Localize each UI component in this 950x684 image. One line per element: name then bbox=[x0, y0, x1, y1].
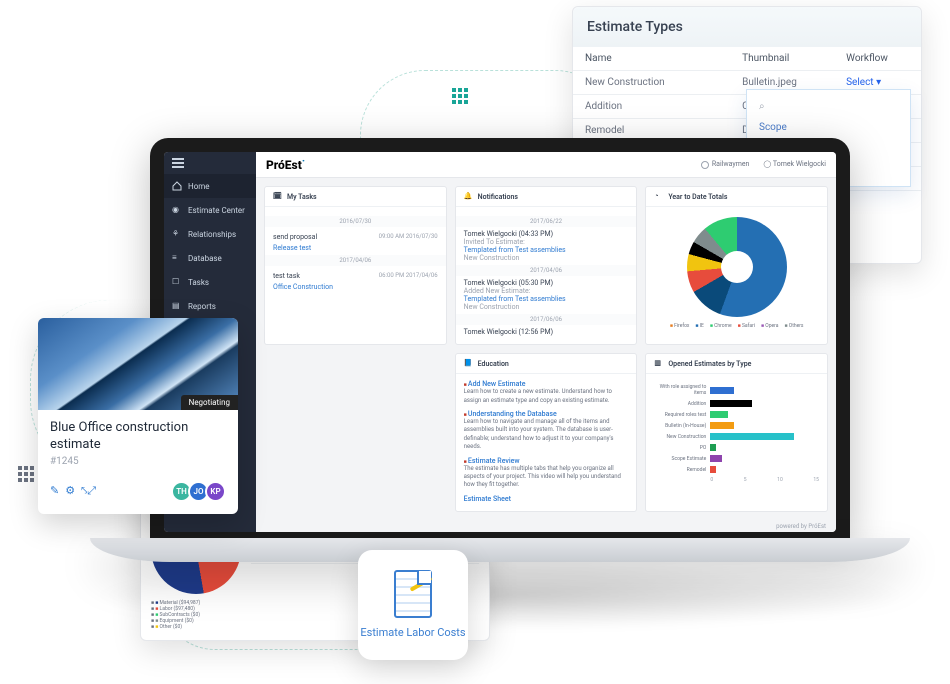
bar-row: With role assigned to items bbox=[654, 384, 819, 396]
opened-by-type-card: ▥Opened Estimates by Type With role assi… bbox=[645, 353, 828, 512]
grid-icon bbox=[18, 466, 38, 486]
task-row[interactable]: send proposal09:00 AM 2016/07/30 bbox=[273, 230, 438, 244]
calendar-icon: 🗓 bbox=[273, 192, 282, 201]
labor-costs-tile[interactable]: Estimate Labor Costs bbox=[358, 550, 468, 660]
pie-icon: ◔ bbox=[654, 192, 663, 201]
notif-link[interactable]: Templated from Test assemblies bbox=[464, 246, 629, 254]
avatar[interactable]: KP bbox=[205, 481, 226, 502]
col-name: Name bbox=[573, 47, 730, 71]
project-id: #1245 bbox=[50, 456, 226, 467]
task-row[interactable]: test task06:00 PM 2017/04/06 bbox=[273, 269, 438, 283]
ytd-totals-card: ◔Year to Date Totals Firefox IE Chrome S… bbox=[645, 186, 828, 345]
sidebar-item-reports[interactable]: ▤Reports bbox=[164, 294, 256, 318]
edu-link[interactable]: Understanding the Database bbox=[468, 410, 557, 418]
edit-icon[interactable]: ✎ bbox=[50, 484, 59, 498]
task-row[interactable]: Release test bbox=[273, 244, 438, 252]
bar-icon: ▥ bbox=[654, 359, 663, 368]
sidebar-item-database[interactable]: ≡Database bbox=[164, 246, 256, 270]
bar-row: PO bbox=[654, 444, 819, 451]
col-thumb: Thumbnail bbox=[730, 47, 834, 71]
document-icon bbox=[394, 570, 432, 618]
bar-row: New Construction bbox=[654, 433, 819, 440]
edu-link[interactable]: Estimate Sheet bbox=[464, 495, 629, 503]
notif-link[interactable]: Templated from Test assemblies bbox=[464, 295, 629, 303]
bar-row: Required roles test bbox=[654, 411, 819, 418]
brand-logo: PróEst˙ bbox=[266, 158, 305, 172]
edu-link[interactable]: Add New Estimate bbox=[468, 380, 526, 388]
user-menu[interactable]: ◯ Tomek Wielgocki bbox=[763, 160, 826, 168]
project-thumbnail: Negotiating bbox=[38, 318, 238, 410]
project-card[interactable]: Negotiating Blue Office construction est… bbox=[38, 318, 238, 514]
sidebar-item-home[interactable]: Home bbox=[164, 174, 256, 198]
grid-icon bbox=[452, 88, 472, 108]
sidebar-item-relationships[interactable]: ⚘Relationships bbox=[164, 222, 256, 246]
bar-row: Scope Estimate bbox=[654, 455, 819, 462]
ytd-pie-chart bbox=[687, 217, 787, 317]
bar-row: Remodel bbox=[654, 466, 819, 473]
hamburger-button[interactable] bbox=[164, 152, 256, 174]
dropdown-item[interactable]: Scope bbox=[747, 117, 910, 138]
notifications-card: 🔔Notifications 2017/06/22 Tomek Wielgock… bbox=[455, 186, 638, 345]
project-title: Blue Office construction estimate bbox=[50, 420, 226, 454]
bar-row: Addition bbox=[654, 400, 819, 407]
sidebar-item-tasks[interactable]: ☐Tasks bbox=[164, 270, 256, 294]
gear-icon bbox=[701, 161, 709, 169]
panel-title: Estimate Types bbox=[573, 7, 921, 47]
workflow-select[interactable]: Select bbox=[846, 77, 873, 88]
book-icon: 📘 bbox=[464, 359, 473, 368]
edu-link[interactable]: Estimate Review bbox=[468, 457, 520, 465]
settings-link[interactable]: Railwaymen bbox=[701, 160, 750, 168]
topbar: PróEst˙ Railwaymen ◯ Tomek Wielgocki bbox=[256, 152, 836, 178]
share-icon[interactable]: ⤣⤢ bbox=[81, 484, 96, 498]
bell-icon: 🔔 bbox=[464, 192, 473, 201]
laptop-mockup: Home ◉Estimate Center ⚘Relationships ≡Da… bbox=[150, 138, 850, 562]
sidebar-item-estimate-center[interactable]: ◉Estimate Center bbox=[164, 198, 256, 222]
bar-row: Bulletin (In-House) bbox=[654, 422, 819, 429]
settings-icon[interactable]: ⚙ bbox=[65, 484, 75, 498]
my-tasks-card: 🗓My Tasks 2016/07/30 send proposal09:00 … bbox=[264, 186, 447, 345]
education-card: 📘Education Add New Estimate Learn how to… bbox=[455, 353, 638, 512]
avatar-stack: TH JO KP bbox=[175, 481, 226, 502]
footer-text: powered by PróEst bbox=[776, 523, 826, 530]
status-badge: Negotiating bbox=[181, 395, 238, 410]
col-workflow: Workflow bbox=[834, 47, 921, 71]
task-row[interactable]: Office Construction bbox=[273, 283, 438, 291]
